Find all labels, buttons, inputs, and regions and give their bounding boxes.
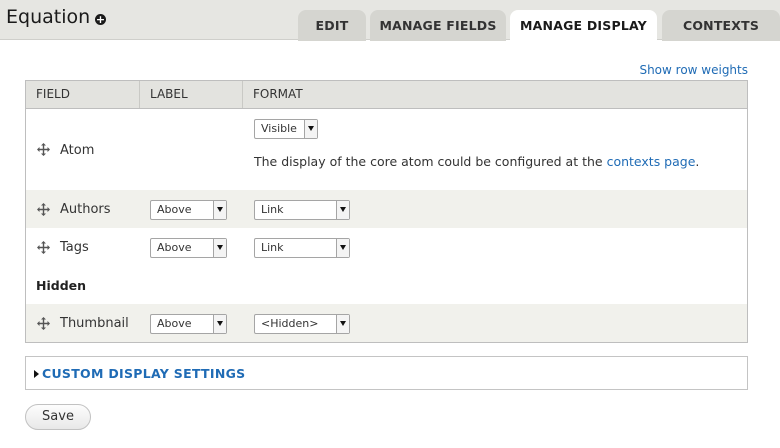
drag-handle-icon[interactable] (37, 143, 50, 156)
tab-contexts[interactable]: CONTEXTS (662, 10, 780, 41)
tab-manage-display[interactable]: MANAGE DISPLAY (510, 10, 657, 41)
hidden-region-heading: Hidden (36, 278, 87, 293)
format-select[interactable]: Link (254, 200, 350, 220)
chevron-down-icon (336, 315, 349, 333)
note-text: The display of the core atom could be co… (254, 154, 607, 169)
save-button[interactable]: Save (25, 404, 91, 430)
format-select[interactable]: Visible (254, 119, 318, 139)
column-header-field: FIELD (26, 81, 140, 108)
label-select[interactable]: Above (150, 200, 227, 220)
label-select-value: Above (157, 317, 192, 330)
label-select[interactable]: Above (150, 238, 227, 258)
custom-display-settings-toggle[interactable]: CUSTOM DISPLAY SETTINGS (42, 366, 245, 381)
drag-handle-icon[interactable] (37, 241, 50, 254)
show-row-weights-link[interactable]: Show row weights (639, 63, 748, 77)
chevron-down-icon (304, 120, 317, 138)
note-suffix: . (695, 154, 700, 169)
format-select-value: Link (261, 241, 284, 254)
table-row: Thumbnail Above <Hidden> (26, 304, 747, 342)
column-header-label: LABEL (140, 81, 243, 108)
table-row: Authors Above Link (26, 190, 747, 228)
field-name: Thumbnail (60, 316, 129, 331)
format-select[interactable]: <Hidden> (254, 314, 350, 334)
format-select-value: Link (261, 203, 284, 216)
field-name: Tags (60, 240, 89, 255)
custom-display-settings-fieldset[interactable]: CUSTOM DISPLAY SETTINGS (25, 356, 748, 390)
caret-right-icon (34, 370, 39, 378)
field-name: Atom (60, 143, 95, 158)
tab-manage-fields[interactable]: MANAGE FIELDS (370, 10, 506, 41)
label-select-value: Above (157, 241, 192, 254)
chevron-down-icon (336, 201, 349, 219)
atom-note: The display of the core atom could be co… (254, 154, 699, 169)
format-select[interactable]: Link (254, 238, 350, 258)
drag-handle-icon[interactable] (37, 203, 50, 216)
chevron-down-icon (213, 201, 226, 219)
format-select-value: Visible (261, 122, 297, 135)
chevron-down-icon (213, 315, 226, 333)
field-name: Authors (60, 202, 111, 217)
chevron-down-icon (213, 239, 226, 257)
plus-circle-icon[interactable]: + (95, 14, 106, 25)
page-title: Equation (6, 6, 91, 28)
format-select-value: <Hidden> (261, 317, 319, 330)
column-header-format: FORMAT (253, 87, 303, 101)
table-header: FIELD LABEL FORMAT (26, 81, 747, 109)
display-fields-table: FIELD LABEL FORMAT Atom Visible The disp… (25, 80, 748, 343)
chevron-down-icon (336, 239, 349, 257)
hidden-region-row: Hidden (26, 266, 747, 304)
table-row: Atom Visible The display of the core ato… (26, 109, 747, 190)
table-row: Tags Above Link (26, 228, 747, 266)
tab-edit[interactable]: EDIT (298, 10, 366, 41)
contexts-page-link[interactable]: contexts page (607, 154, 696, 169)
label-select-value: Above (157, 203, 192, 216)
drag-handle-icon[interactable] (37, 317, 50, 330)
page-header: Equation + EDIT MANAGE FIELDS MANAGE DIS… (0, 0, 780, 41)
label-select[interactable]: Above (150, 314, 227, 334)
